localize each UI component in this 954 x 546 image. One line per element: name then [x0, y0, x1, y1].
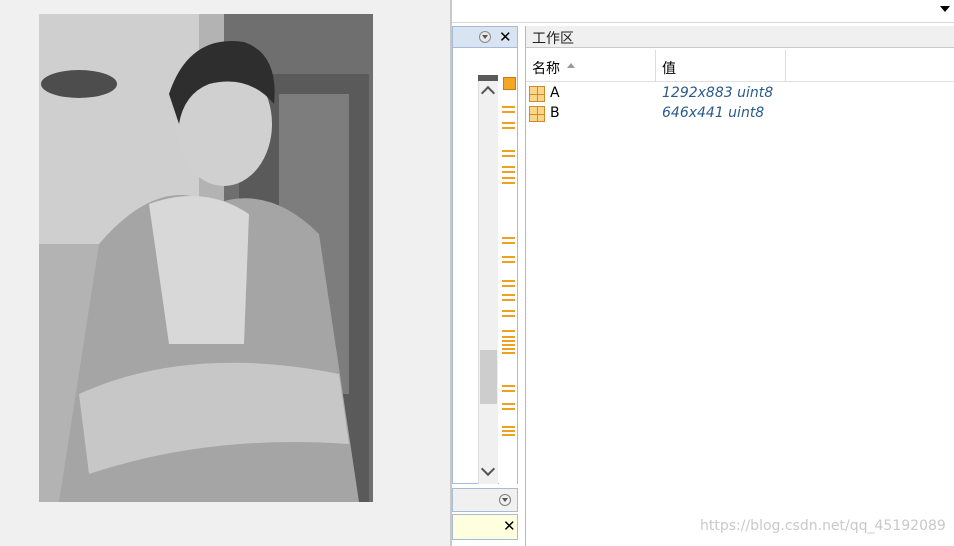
analyzer-warning-marker[interactable]	[502, 310, 515, 312]
analyzer-warning-marker[interactable]	[502, 344, 515, 346]
analyzer-warning-marker[interactable]	[502, 426, 515, 428]
analyzer-warning-marker[interactable]	[502, 261, 515, 263]
workspace-panel: 工作区 名称 值 A 1292x883 uint8 B 646x441 uint…	[525, 26, 954, 546]
analyzer-warning-marker[interactable]	[502, 294, 515, 296]
analyzer-warning-marker[interactable]	[502, 127, 515, 129]
analyzer-warning-marker[interactable]	[502, 177, 515, 179]
analyzer-warning-marker[interactable]	[502, 166, 515, 168]
analyzer-warning-marker[interactable]	[502, 430, 515, 432]
analyzer-warning-marker[interactable]	[502, 155, 515, 157]
top-toolbar	[452, 0, 954, 23]
analyzer-warning-marker[interactable]	[502, 352, 515, 354]
workspace-variable-row[interactable]: B 646x441 uint8	[526, 104, 954, 124]
notification-bar: ✕	[452, 514, 518, 540]
analyzer-warning-marker[interactable]	[502, 403, 515, 405]
toolbar-dropdown-icon[interactable]	[940, 6, 950, 12]
analyzer-warning-marker[interactable]	[502, 111, 515, 113]
column-header-value[interactable]: 值	[656, 50, 786, 82]
matrix-variable-icon	[529, 86, 545, 102]
vertical-scrollbar[interactable]	[478, 75, 498, 484]
analyzer-warning-marker[interactable]	[502, 242, 515, 244]
variable-name: A	[550, 85, 560, 101]
workspace-variable-row[interactable]: A 1292x883 uint8	[526, 84, 954, 104]
analyzer-warning-marker[interactable]	[502, 330, 515, 332]
analyzer-warning-marker[interactable]	[502, 348, 515, 350]
analyzer-warning-marker[interactable]	[502, 408, 515, 410]
matrix-variable-icon	[529, 106, 545, 122]
analyzer-warning-marker[interactable]	[502, 150, 515, 152]
watermark: https://blog.csdn.net/qq_45192089	[700, 518, 946, 534]
panel-actions-icon[interactable]	[479, 31, 491, 43]
variable-value: 1292x883 uint8	[662, 85, 774, 101]
grayscale-photo	[39, 14, 373, 502]
analyzer-warning-marker[interactable]	[502, 285, 515, 287]
analyzer-warning-marker[interactable]	[502, 237, 515, 239]
analyzer-warning-marker[interactable]	[502, 390, 515, 392]
analyzer-warning-marker[interactable]	[502, 340, 515, 342]
analyzer-warning-marker[interactable]	[502, 171, 515, 173]
command-window-header	[452, 488, 518, 512]
analyzer-warning-marker[interactable]	[502, 182, 515, 184]
analyzer-warning-marker[interactable]	[502, 385, 515, 387]
sort-ascending-icon	[567, 63, 575, 68]
column-value-label: 值	[662, 61, 676, 77]
analyzer-status-icon[interactable]	[503, 77, 516, 90]
column-header-name[interactable]: 名称	[526, 50, 656, 82]
analyzer-warning-marker[interactable]	[502, 106, 515, 108]
panel-actions-icon[interactable]	[499, 494, 511, 506]
scrollbar-thumb[interactable]	[480, 350, 497, 404]
analyzer-warning-marker[interactable]	[502, 256, 515, 258]
workspace-title: 工作区	[532, 31, 574, 47]
analyzer-warning-marker[interactable]	[502, 122, 515, 124]
scrollbar-top-cap	[478, 75, 498, 81]
column-name-label: 名称	[532, 61, 560, 77]
analyzer-warning-marker[interactable]	[502, 315, 515, 317]
analyzer-warning-marker[interactable]	[502, 299, 515, 301]
analyzer-warning-marker[interactable]	[502, 336, 515, 338]
analyzer-warning-marker[interactable]	[502, 280, 515, 282]
editor-panel-header: ✕	[452, 26, 518, 48]
workspace-column-header: 名称 值	[526, 50, 954, 82]
figure-window	[0, 0, 450, 546]
analyzer-warning-marker[interactable]	[502, 434, 515, 436]
close-icon[interactable]: ✕	[499, 28, 512, 46]
variable-name: B	[550, 105, 560, 121]
close-icon[interactable]: ✕	[503, 517, 516, 535]
workspace-title-bar: 工作区	[526, 26, 954, 48]
variable-value: 646x441 uint8	[662, 105, 765, 121]
